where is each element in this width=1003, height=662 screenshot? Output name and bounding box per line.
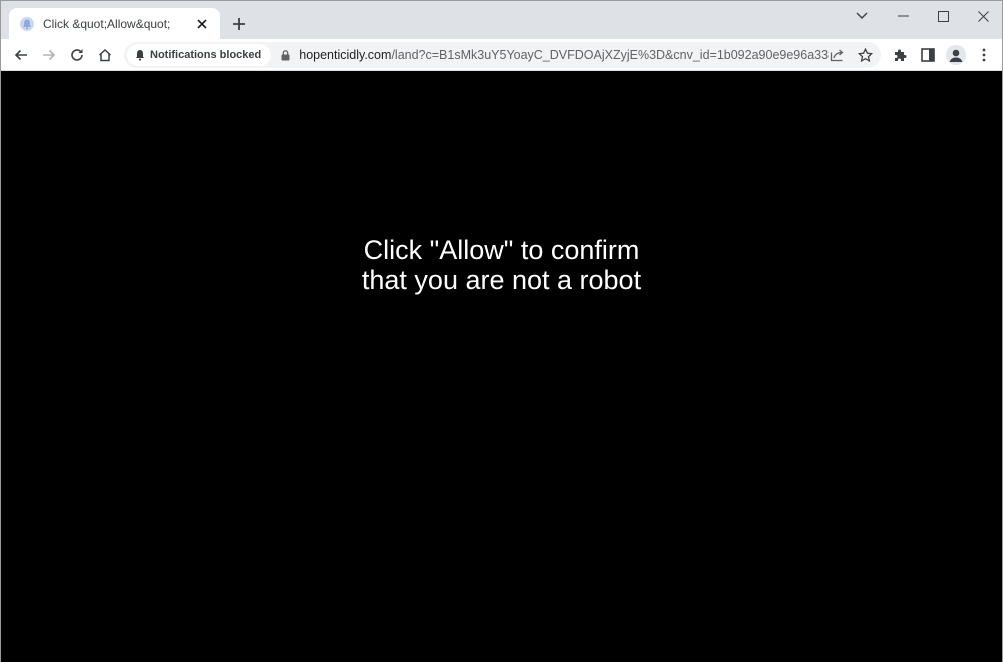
kebab-menu-icon[interactable]: [970, 41, 998, 69]
back-arrow-icon[interactable]: [7, 41, 35, 69]
forward-arrow-icon[interactable]: [35, 41, 63, 69]
new-tab-plus-icon[interactable]: [227, 12, 251, 36]
tab-search-chevron-down-icon[interactable]: [842, 1, 882, 31]
home-icon[interactable]: [91, 41, 119, 69]
bell-icon: [135, 49, 145, 61]
extensions-puzzle-icon[interactable]: [886, 41, 914, 69]
page-content: Click "Allow" to confirm that you are no…: [1, 72, 1002, 662]
profile-avatar[interactable]: [942, 41, 970, 69]
maximize-icon[interactable]: [923, 1, 963, 31]
url-text[interactable]: hopenticidly.com/land?c=B1sMk3uY5YoayC_D…: [299, 48, 829, 62]
profile-icon: [946, 45, 966, 65]
message-line-1: Click "Allow" to confirm: [363, 235, 640, 265]
share-icon[interactable]: [827, 45, 847, 65]
window-close-icon[interactable]: [963, 1, 1003, 31]
reload-icon[interactable]: [63, 41, 91, 69]
bell-favicon-icon: [19, 16, 35, 32]
message-line-2: that you are not a robot: [361, 265, 642, 295]
address-bar[interactable]: Notifications blocked hopenticidly.com/l…: [124, 42, 881, 68]
tab-strip: Click &quot;Allow&quot;: [1, 1, 1002, 39]
notifications-blocked-label: Notifications blocked: [150, 49, 262, 61]
notifications-blocked-chip[interactable]: Notifications blocked: [127, 44, 272, 66]
url-path: /land?c=B1sMk3uY5YoayC_DVFDOAjXZyjE%3D&c…: [391, 48, 830, 62]
browser-toolbar: Notifications blocked hopenticidly.com/l…: [1, 39, 1002, 71]
bookmark-star-icon[interactable]: [855, 45, 875, 65]
tab-close-icon[interactable]: [194, 16, 210, 32]
lock-icon[interactable]: [281, 49, 290, 61]
url-host: hopenticidly.com: [299, 48, 392, 62]
tab-active[interactable]: Click &quot;Allow&quot;: [9, 8, 220, 39]
captcha-message: Click "Allow" to confirm that you are no…: [1, 235, 1002, 295]
browser-window: Click &quot;Allow&quot; Notifications bl…: [0, 0, 1003, 662]
side-panel-icon[interactable]: [914, 41, 942, 69]
tab-title: Click &quot;Allow&quot;: [43, 16, 171, 31]
minimize-icon[interactable]: [883, 1, 923, 31]
